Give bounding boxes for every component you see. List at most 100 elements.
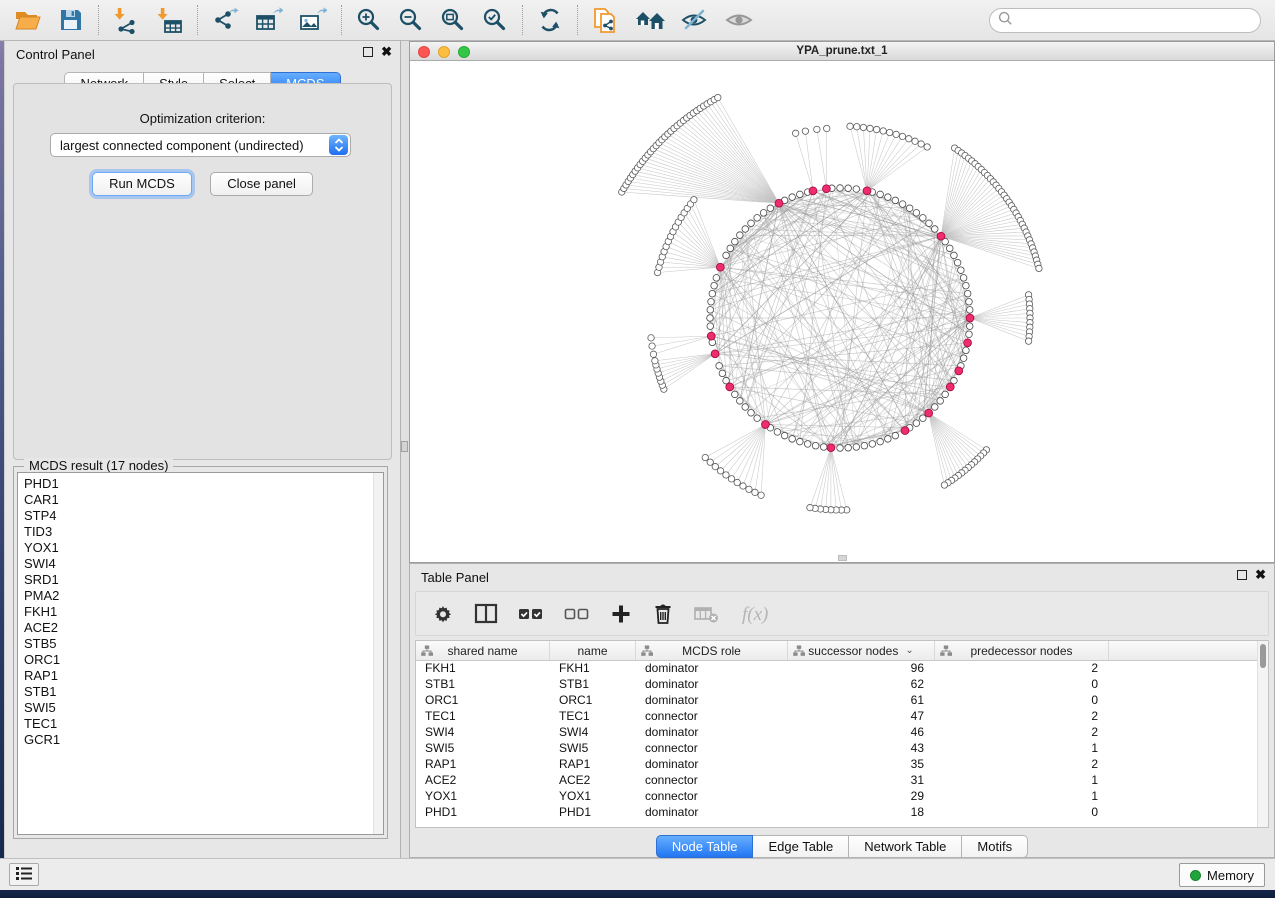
import-network-button[interactable] (105, 3, 148, 37)
network-window: YPA_prune.txt_1 (409, 41, 1275, 563)
mcds-result-item[interactable]: STB5 (24, 636, 383, 652)
close-panel-icon[interactable]: ✖ (381, 47, 392, 57)
table-cell: 1 (935, 789, 1109, 805)
network-canvas[interactable] (410, 61, 1274, 562)
tab-network-table[interactable]: Network Table (849, 835, 962, 858)
column-header-name[interactable]: name (550, 641, 636, 660)
column-header-label: successor nodes (808, 644, 898, 658)
hide-panels-button[interactable] (673, 3, 717, 37)
columns-icon (474, 603, 498, 625)
table-cell: connector (636, 789, 788, 805)
table-cell: dominator (636, 725, 788, 741)
mcds-result-item[interactable]: PMA2 (24, 588, 383, 604)
mcds-result-item[interactable]: STP4 (24, 508, 383, 524)
mcds-result-item[interactable]: RAP1 (24, 668, 383, 684)
float-panel-icon[interactable] (363, 47, 373, 57)
zoom-in-button[interactable] (348, 3, 390, 37)
import-table-button[interactable] (148, 3, 191, 37)
tree-icon (940, 645, 952, 660)
table-settings-button[interactable] (432, 603, 454, 625)
tab-node-table[interactable]: Node Table (656, 835, 754, 858)
gear-icon (432, 603, 454, 625)
table-row[interactable]: RAP1RAP1dominator352 (416, 757, 1268, 773)
deselect-all-columns-button[interactable] (564, 603, 590, 625)
mcds-result-item[interactable]: CAR1 (24, 492, 383, 508)
tree-icon (641, 645, 653, 660)
table-cell: TEC1 (550, 709, 636, 725)
network-hscroll-thumb[interactable] (838, 555, 847, 561)
mcds-result-item[interactable]: ORC1 (24, 652, 383, 668)
select-all-columns-button[interactable] (518, 603, 544, 625)
control-panel-titlebar: Control Panel ✖ (5, 41, 400, 67)
mcds-result-item[interactable]: TID3 (24, 524, 383, 540)
network-window-title: YPA_prune.txt_1 (410, 45, 1274, 57)
zoom-out-button[interactable] (390, 3, 432, 37)
table-row[interactable]: STB1STB1dominator620 (416, 677, 1268, 693)
mcds-result-item[interactable]: SRD1 (24, 572, 383, 588)
zoom-fit-button[interactable] (432, 3, 474, 37)
panel-splitter[interactable] (401, 41, 409, 858)
duplicate-network-button[interactable] (584, 3, 627, 37)
float-table-panel-icon[interactable] (1237, 570, 1247, 580)
table-cell: dominator (636, 693, 788, 709)
export-table-button[interactable] (247, 3, 291, 37)
table-row[interactable]: TEC1TEC1connector472 (416, 709, 1268, 725)
mcds-result-item[interactable]: GCR1 (24, 732, 383, 748)
zoom-selected-button[interactable] (474, 3, 516, 37)
mcds-result-item[interactable]: ACE2 (24, 620, 383, 636)
task-history-button[interactable] (9, 863, 39, 886)
add-column-button[interactable] (610, 603, 632, 625)
mcds-result-item[interactable]: YOX1 (24, 540, 383, 556)
search-box[interactable] (989, 8, 1261, 33)
column-header-shared-name[interactable]: shared name (416, 641, 550, 660)
mcds-result-groupbox: MCDS result (17 nodes) PHD1CAR1STP4TID3Y… (13, 466, 388, 839)
toolbar-buttons (6, 3, 761, 37)
search-input[interactable] (1013, 11, 1260, 31)
optimization-criterion-label: Optimization criterion: (14, 111, 391, 126)
memory-button[interactable]: Memory (1179, 863, 1265, 887)
table-tabs: Node TableEdge TableNetwork TableMotifs (410, 835, 1274, 858)
table-row[interactable]: ACE2ACE2connector311 (416, 773, 1268, 789)
function-builder-button: f(x) (740, 602, 776, 626)
mcds-result-item[interactable]: PHD1 (24, 476, 383, 492)
network-window-titlebar[interactable]: YPA_prune.txt_1 (410, 42, 1274, 61)
mcds-result-item[interactable]: TEC1 (24, 716, 383, 732)
table-vscrollbar[interactable] (1257, 641, 1268, 827)
close-panel-button[interactable]: Close panel (210, 172, 313, 196)
column-header-predecessor-nodes[interactable]: predecessor nodes (935, 641, 1109, 660)
show-eye-button[interactable] (717, 3, 761, 37)
refresh-button[interactable] (529, 3, 571, 37)
table-row[interactable]: ORC1ORC1dominator610 (416, 693, 1268, 709)
table-row[interactable]: FKH1FKH1dominator962 (416, 661, 1268, 677)
close-table-panel-icon[interactable]: ✖ (1255, 570, 1266, 580)
table-vscroll-thumb[interactable] (1260, 644, 1266, 668)
mcds-result-item[interactable]: SWI4 (24, 556, 383, 572)
tab-motifs[interactable]: Motifs (962, 835, 1028, 858)
optimization-criterion-select[interactable]: largest connected component (undirected) (50, 133, 351, 157)
export-image-button[interactable] (291, 3, 335, 37)
control-panel: Control Panel ✖ NetworkStyleSelectMCDS O… (4, 41, 401, 858)
tab-edge-table[interactable]: Edge Table (753, 835, 849, 858)
nested-network-button[interactable] (627, 3, 673, 37)
toggle-column-panel-button[interactable] (474, 603, 498, 625)
mcds-result-item[interactable]: STB1 (24, 684, 383, 700)
column-header-successor-nodes[interactable]: successor nodes ⌄ (788, 641, 935, 660)
table-row[interactable]: PHD1PHD1dominator180 (416, 805, 1268, 821)
table-row[interactable]: YOX1YOX1connector291 (416, 789, 1268, 805)
table-cell: 2 (935, 661, 1109, 677)
sort-desc-icon: ⌄ (905, 645, 913, 656)
column-header-MCDS-role[interactable]: MCDS role (636, 641, 788, 660)
table-row[interactable]: SWI5SWI5connector431 (416, 741, 1268, 757)
mcds-result-item[interactable]: SWI5 (24, 700, 383, 716)
delete-column-button[interactable] (652, 602, 674, 625)
export-network-button[interactable] (204, 3, 247, 37)
zoom-selected-icon (482, 7, 508, 33)
save-session-button[interactable] (50, 3, 92, 37)
open-file-button[interactable] (6, 3, 50, 37)
mcds-list-scrollbar[interactable] (373, 473, 383, 834)
run-mcds-button[interactable]: Run MCDS (92, 172, 192, 196)
mcds-result-item[interactable]: FKH1 (24, 604, 383, 620)
destroy-table-button (694, 603, 720, 625)
splitter-handle-icon[interactable] (401, 441, 408, 452)
table-row[interactable]: SWI4SWI4dominator462 (416, 725, 1268, 741)
